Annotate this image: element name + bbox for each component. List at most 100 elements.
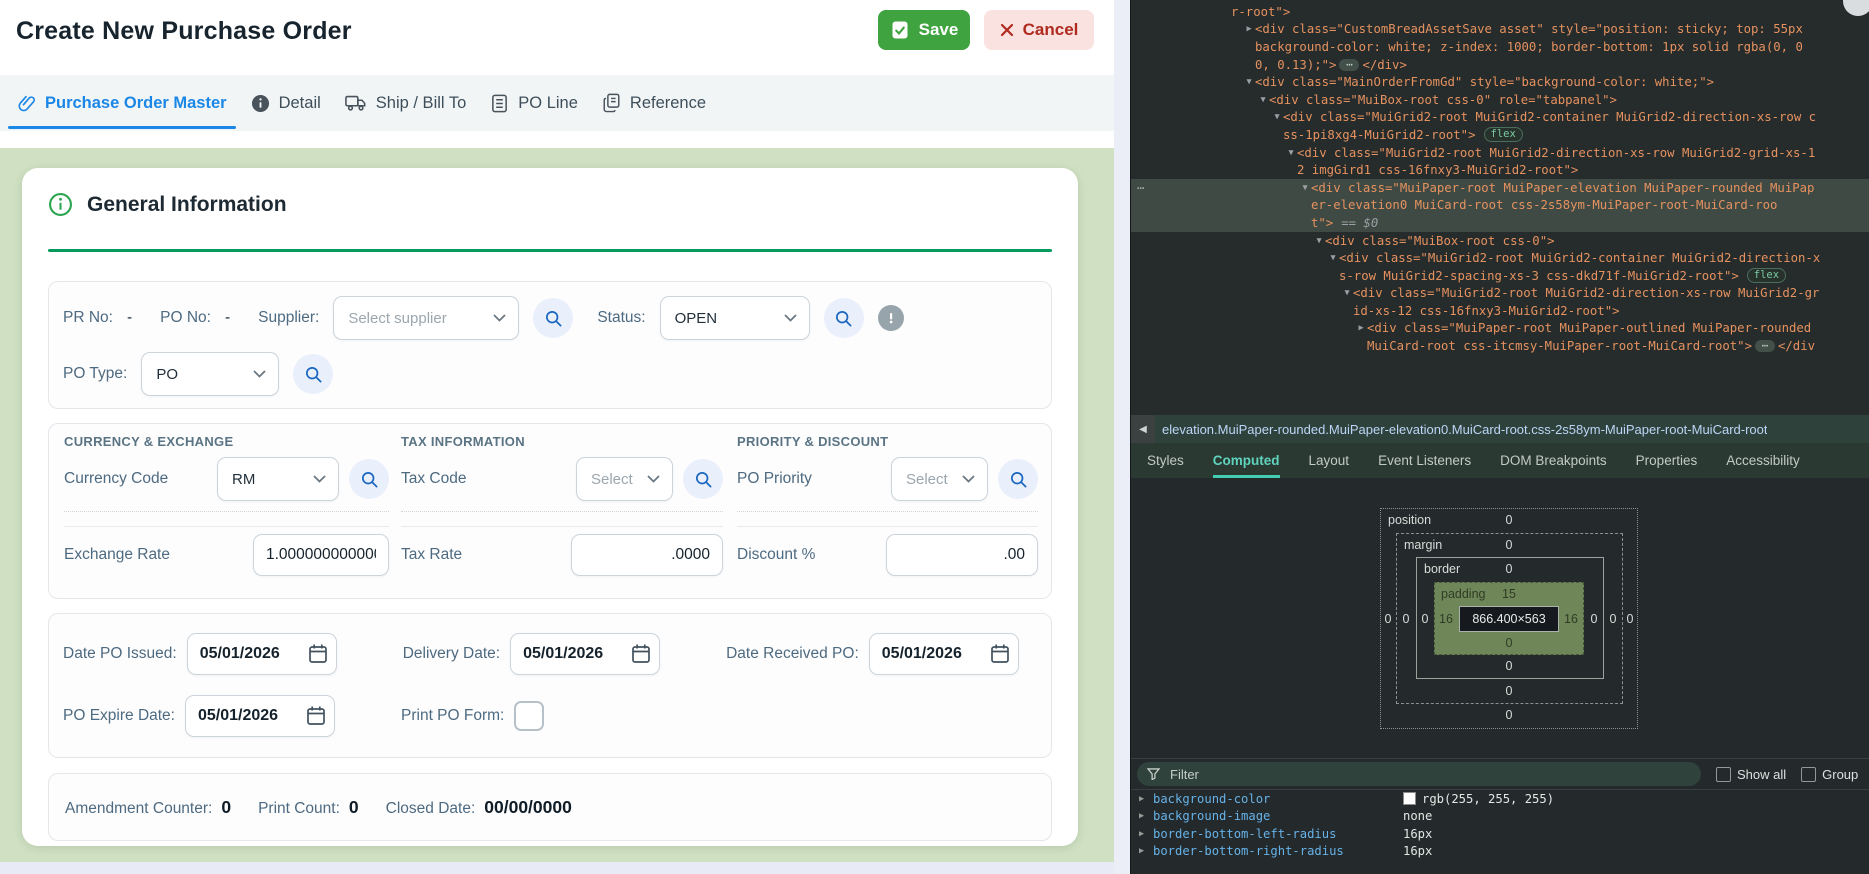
color-swatch[interactable] — [1403, 792, 1416, 805]
closed-date-value: 00/00/0000 — [484, 797, 572, 818]
status-search-button[interactable] — [824, 298, 864, 338]
tab-po-line[interactable]: PO Line — [490, 94, 578, 113]
dom-node[interactable]: s-row MuiGrid2-spacing-xs-3 css-dkd71f-M… — [1131, 267, 1869, 285]
border-left-value: 0 — [1414, 612, 1436, 626]
margin-label: margin — [1404, 538, 1442, 552]
dom-node[interactable]: 2 imgGird1 css-16fnxy3-MuiGrid2-root"> — [1131, 161, 1869, 179]
show-all-checkbox[interactable] — [1716, 767, 1731, 782]
currency-code-select[interactable]: RM — [217, 457, 339, 501]
expand-arrow-icon: ▶ — [1139, 811, 1153, 821]
box-model-content: 866.400×563 — [1459, 606, 1559, 632]
delivery-date-label: Delivery Date: — [403, 645, 500, 663]
dom-node[interactable]: ▼<div class="MuiGrid2-root MuiGrid2-dire… — [1131, 144, 1869, 162]
tab-dom-breakpoints[interactable]: DOM Breakpoints — [1500, 443, 1607, 478]
dom-node-selected[interactable]: er-elevation0 MuiCard-root css-2s58ym-Mu… — [1131, 197, 1869, 215]
po-type-search-button[interactable] — [293, 354, 333, 394]
section-heading-label: General Information — [87, 193, 287, 217]
dom-node[interactable]: ▶<div class="MuiPaper-root MuiPaper-outl… — [1131, 320, 1869, 338]
tax-rate-input[interactable] — [571, 534, 723, 576]
breadcrumb-back-button[interactable]: ◀ — [1131, 415, 1155, 443]
priority-search-button[interactable] — [998, 459, 1038, 499]
dollar-zero-hint: == $0 — [1341, 216, 1378, 230]
tab-reference[interactable]: Reference — [602, 93, 706, 113]
tab-event-listeners[interactable]: Event Listeners — [1378, 443, 1471, 478]
padding-label: padding — [1441, 587, 1486, 601]
divider — [401, 526, 723, 527]
tax-search-button[interactable] — [683, 459, 723, 499]
tab-accessibility[interactable]: Accessibility — [1726, 443, 1800, 478]
calendar-icon[interactable] — [308, 643, 328, 669]
property-row[interactable]: ▶ background-color rgb(255, 255, 255) — [1131, 790, 1869, 808]
dom-node[interactable]: r-root"> — [1131, 3, 1869, 21]
date-received-po-label: Date Received PO: — [726, 645, 859, 663]
expand-arrow-icon: ▶ — [1355, 323, 1367, 333]
page-title: Create New Purchase Order — [16, 17, 352, 46]
tax-code-select[interactable]: Select — [576, 457, 673, 501]
print-po-form-checkbox[interactable] — [514, 701, 544, 731]
dom-node[interactable]: ▼<div class="MuiBox-root css-0" role="ta… — [1131, 91, 1869, 109]
chevron-down-icon — [313, 475, 326, 483]
save-label: Save — [919, 20, 959, 40]
dom-node[interactable]: background-color: white; z-index: 1000; … — [1131, 38, 1869, 56]
tab-purchase-order-master[interactable]: Purchase Order Master — [16, 93, 227, 113]
currency-header: CURRENCY & EXCHANGE — [64, 434, 389, 449]
position-right-value: 0 — [1619, 612, 1641, 626]
page-scrollbar[interactable] — [1114, 0, 1130, 874]
property-row[interactable]: ▶ background-image none — [1131, 808, 1869, 826]
po-type-select[interactable]: PO — [141, 352, 279, 396]
box-model-diagram[interactable]: 866.400×563 position margin border paddi… — [1380, 508, 1638, 729]
flex-badge[interactable]: flex — [1484, 127, 1523, 142]
computed-properties: ▶ background-color rgb(255, 255, 255) ▶ … — [1131, 790, 1869, 860]
property-row[interactable]: ▶ border-bottom-left-radius 16px — [1131, 825, 1869, 843]
dom-node[interactable]: ▼<div class="MuiGrid2-root MuiGrid2-cont… — [1131, 249, 1869, 267]
show-all-option: Show all — [1716, 767, 1786, 782]
property-value: none — [1403, 809, 1432, 823]
tab-styles[interactable]: Styles — [1147, 443, 1184, 478]
tab-computed[interactable]: Computed — [1213, 443, 1280, 478]
calendar-icon[interactable] — [631, 643, 651, 669]
po-priority-select[interactable]: Select — [891, 457, 988, 501]
dom-node-selected[interactable]: ⋯▼<div class="MuiPaper-root MuiPaper-ele… — [1131, 179, 1869, 197]
group-checkbox[interactable] — [1801, 767, 1816, 782]
tab-ship-bill-to[interactable]: Ship / Bill To — [345, 93, 467, 113]
property-name: border-bottom-left-radius — [1153, 827, 1403, 841]
save-button[interactable]: Save — [878, 10, 970, 50]
dom-node[interactable]: ▶<div class="CustomBreadAssetSave asset"… — [1131, 21, 1869, 39]
border-top-value: 0 — [1498, 562, 1520, 576]
margin-top-value: 0 — [1498, 538, 1520, 552]
flex-badge[interactable]: flex — [1747, 268, 1786, 283]
dom-node-selected[interactable]: t">== $0 — [1131, 214, 1869, 232]
devtools-tabs: Styles Computed Layout Event Listeners D… — [1131, 443, 1869, 478]
supplier-search-button[interactable] — [533, 298, 573, 338]
property-row[interactable]: ▶ border-bottom-right-radius 16px — [1131, 843, 1869, 861]
calendar-icon[interactable] — [306, 705, 326, 731]
dom-node[interactable]: ▼<div class="MuiGrid2-root MuiGrid2-cont… — [1131, 109, 1869, 127]
filter-field[interactable] — [1137, 762, 1701, 786]
purchase-order-app: Create New Purchase Order Save Cancel Pu… — [0, 0, 1130, 874]
currency-search-button[interactable] — [349, 459, 389, 499]
tab-layout[interactable]: Layout — [1309, 443, 1350, 478]
discount-input[interactable] — [886, 534, 1038, 576]
more-content-icon[interactable]: ⋯ — [1755, 340, 1775, 352]
margin-bottom-value: 0 — [1498, 684, 1520, 698]
tab-properties[interactable]: Properties — [1636, 443, 1698, 478]
node-menu-icon[interactable]: ⋯ — [1137, 181, 1145, 195]
calendar-icon[interactable] — [990, 643, 1010, 669]
dom-node[interactable]: 0, 0.13);">⋯</div> — [1131, 56, 1869, 74]
group-option: Group — [1801, 767, 1858, 782]
dom-node[interactable]: id-xs-12 css-16fnxy3-MuiGrid2-root"> — [1131, 302, 1869, 320]
status-select[interactable]: OPEN — [660, 296, 810, 340]
supplier-select[interactable]: Select supplier — [333, 296, 519, 340]
tab-detail[interactable]: Detail — [251, 94, 321, 113]
dom-node[interactable]: ▼<div class="MainOrderFromGd" style="bac… — [1131, 73, 1869, 91]
dom-node[interactable]: ss-1pi8xg4-MuiGrid2-root">flex — [1131, 126, 1869, 144]
print-po-form-label: Print PO Form: — [401, 707, 504, 725]
exchange-rate-input[interactable] — [253, 534, 389, 576]
breadcrumb[interactable]: elevation.MuiPaper-rounded.MuiPaper-elev… — [1162, 422, 1767, 437]
dom-node[interactable]: ▼<div class="MuiBox-root css-0"> — [1131, 232, 1869, 250]
dom-node[interactable]: ▼<div class="MuiGrid2-root MuiGrid2-dire… — [1131, 285, 1869, 303]
dom-node[interactable]: MuiCard-root css-itcmsy-MuiPaper-root-Mu… — [1131, 337, 1869, 355]
more-content-icon[interactable]: ⋯ — [1339, 59, 1359, 71]
filter-input[interactable] — [1168, 766, 1612, 783]
cancel-button[interactable]: Cancel — [984, 10, 1094, 50]
